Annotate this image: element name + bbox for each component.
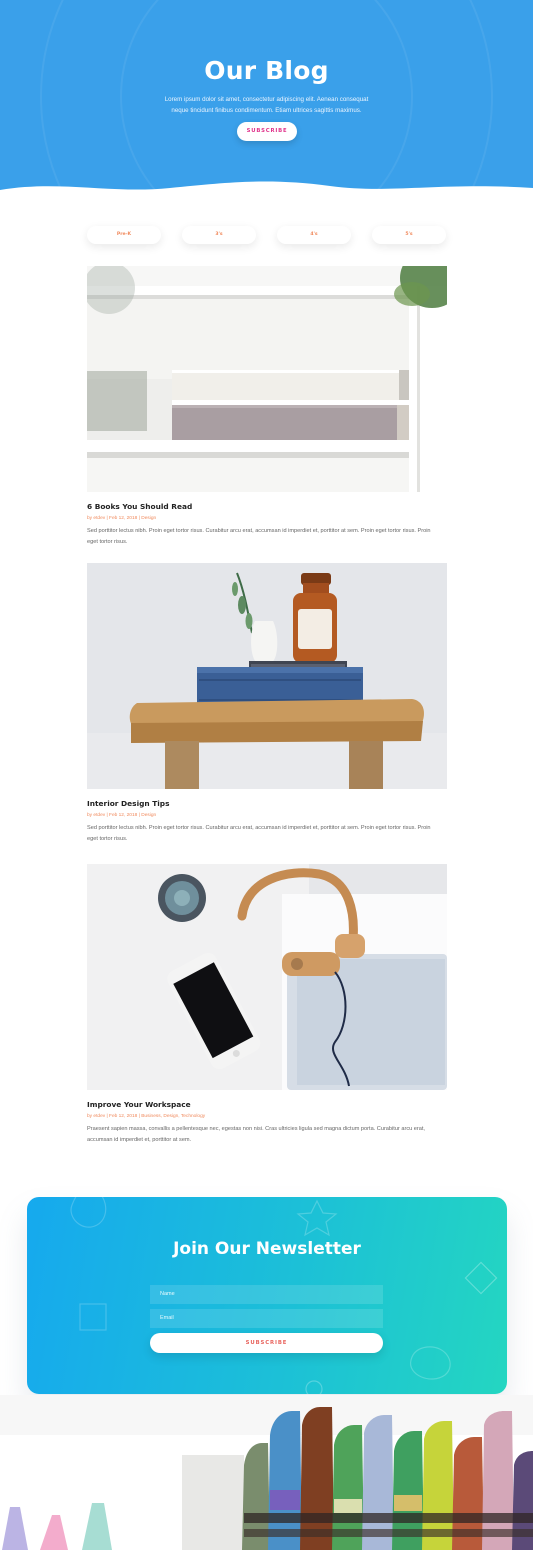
name-field[interactable]: Name: [150, 1285, 383, 1304]
post-title[interactable]: 6 Books You Should Read: [87, 502, 192, 511]
hero-subtitle-line: Lorem ipsum dolor sit amet, consectetur …: [164, 96, 369, 103]
hero-section: Our Blog Lorem ipsum dolor sit amet, con…: [0, 0, 533, 215]
page-title: Our Blog: [204, 56, 329, 85]
newsletter-subscribe-button[interactable]: SUBSCRIBE: [150, 1333, 383, 1353]
crayons-footer-image: [0, 1395, 533, 1550]
post-excerpt-line: accumsan id imperdiet et, porttitor at s…: [87, 1137, 192, 1143]
post-excerpt: Sed porttitor lectus nibh. Proin eget to…: [87, 823, 449, 845]
newsletter-section: Join Our Newsletter Name Email SUBSCRIBE: [27, 1197, 507, 1394]
hero-subtitle: Lorem ipsum dolor sit amet, consectetur …: [156, 94, 377, 116]
post-meta[interactable]: by etdev | Feb 12, 2018 | Design: [87, 813, 156, 818]
stool-books-illustration: [87, 563, 447, 789]
post-title[interactable]: Interior Design Tips: [87, 799, 170, 808]
hero-wave-divider: [0, 181, 533, 215]
filter-pre-k[interactable]: Pre-K: [87, 226, 161, 244]
filter-5s[interactable]: 5's: [372, 226, 446, 244]
post-meta[interactable]: by etdev | Feb 12, 2018 | Design: [87, 516, 156, 521]
post-title[interactable]: Improve Your Workspace: [87, 1100, 191, 1109]
post-excerpt: Sed porttitor lectus nibh. Proin eget to…: [87, 526, 449, 548]
post-image-workspace[interactable]: [87, 864, 447, 1090]
post-excerpt-line: eget tortor risus.: [87, 539, 128, 545]
post-image-interior[interactable]: [87, 563, 447, 789]
post-excerpt-line: Sed porttitor lectus nibh. Proin eget to…: [87, 528, 431, 534]
hero-subscribe-button[interactable]: SUBSCRIBE: [237, 122, 297, 141]
filter-4s[interactable]: 4's: [277, 226, 351, 244]
books-shelf-illustration: [87, 266, 447, 492]
post-meta[interactable]: by etdev | Feb 12, 2018 | Business, Desi…: [87, 1114, 205, 1119]
post-excerpt-line: eget tortor risus.: [87, 836, 128, 842]
post-excerpt: Praesent sapien massa, convallis a pelle…: [87, 1124, 449, 1146]
filter-3s[interactable]: 3's: [182, 226, 256, 244]
newsletter-title: Join Our Newsletter: [173, 1239, 361, 1259]
hero-subtitle-line: neque tincidunt finibus condimentum. Eti…: [171, 107, 362, 114]
post-excerpt-line: Sed porttitor lectus nibh. Proin eget to…: [87, 825, 431, 831]
post-image-books[interactable]: [87, 266, 447, 492]
email-field[interactable]: Email: [150, 1309, 383, 1328]
post-excerpt-line: Praesent sapien massa, convallis a pelle…: [87, 1126, 425, 1132]
workspace-illustration: [87, 864, 447, 1090]
